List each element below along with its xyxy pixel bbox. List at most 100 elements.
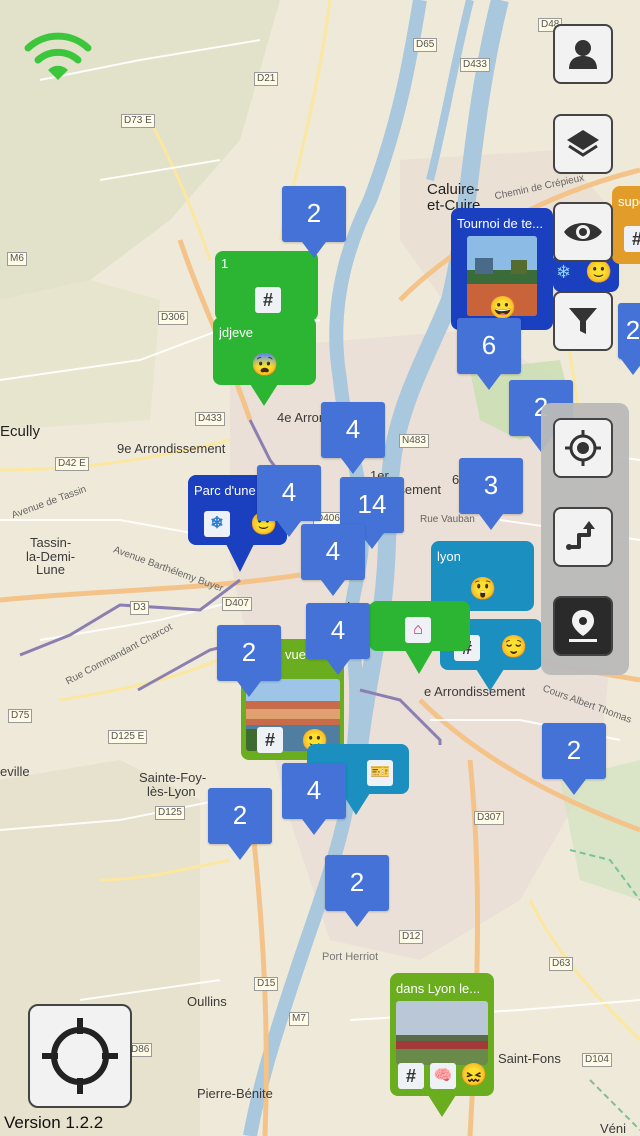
post-marker-1[interactable]: 1 # [215,251,318,321]
locate-icon [42,1018,118,1094]
locate-button[interactable] [28,1004,132,1108]
post-photo [396,1001,488,1065]
marker-tail [226,544,254,572]
visibility-button[interactable] [553,202,613,262]
street-label-vauban: Rue Vauban [420,514,475,525]
emoji-confounded-icon: 😖 [460,1062,488,1087]
layers-icon [567,130,599,157]
road-shield: D63 [549,957,574,971]
cluster-marker[interactable]: 4 [301,524,365,596]
marker-tail [250,384,278,406]
snowflake-icon: ❄ [204,511,230,537]
hashtag-icon: # [255,287,281,313]
post-marker-home[interactable]: ⌂ [369,601,470,651]
place-label-port-herriot: Port Herriot [322,951,379,963]
road-shield: D3 [130,601,149,615]
crosshair-icon [565,430,601,466]
post-marker-tournoi[interactable]: Tournoi de te... 😀 [451,208,553,330]
hashtag-icon: # [398,1063,424,1089]
map-marker-icon [569,610,597,642]
place-label-sainte-foy-2: lès-Lyon [147,784,196,799]
place-label-ecully: Ecully [0,423,41,440]
ticket-icon: 🎫 [367,760,393,786]
road-shield: D306 [158,311,188,325]
wifi-icon [24,32,92,80]
place-label-tassin: Tassin- [30,535,72,550]
post-title: dans Lyon le... [396,981,481,996]
road-shield: D307 [474,811,504,825]
cluster-marker[interactable]: 2 [325,855,389,927]
snowflake-icon: ❄ [556,262,572,282]
profile-button[interactable] [553,24,613,84]
place-label-arr7: e Arrondissement [424,684,526,699]
emoji-relieved-icon: 😌 [500,634,528,659]
emoji-grin-icon: 😀 [489,295,517,320]
post-marker-supe[interactable]: supe # [612,186,640,264]
hashtag-icon: # [624,226,640,252]
cluster-marker[interactable]: 4 [257,465,321,537]
road-shield: D433 [195,412,225,426]
road-shield: D42 E [55,457,89,471]
marker-mode-button[interactable] [553,596,613,656]
road-shield: D65 [413,38,438,52]
route-icon [566,521,595,550]
post-marker-dans-lyon[interactable]: dans Lyon le... # 🧠 😖 [390,973,494,1096]
place-label-venis: Véni [600,1121,627,1136]
road-shield: D15 [254,977,279,991]
cluster-marker[interactable]: 2 [208,788,272,860]
road-shield: D125 E [108,730,148,744]
marker-tail [405,650,433,674]
road-shield: D73 E [121,114,155,128]
emoji-smile-icon: 🙂 [585,259,613,284]
emoji-fearful-icon: 😨 [251,352,279,377]
marker-tail [476,669,504,691]
user-icon [569,40,597,69]
cluster-marker[interactable]: 4 [306,603,370,675]
road-shield: M7 [289,1012,309,1026]
post-title: 1 [221,256,229,271]
road-shield: D407 [222,597,252,611]
eye-icon [564,223,602,241]
marker-tail [342,793,370,815]
cluster-marker[interactable]: 2 [282,186,346,258]
post-title: jdjeve [219,325,253,340]
hashtag-icon: # [257,727,283,753]
post-marker-jdjeve[interactable]: jdjeve 😨 [213,317,316,385]
road-shield: D125 [155,806,185,820]
post-title: lyon [437,549,461,564]
marker-tail [428,1095,456,1117]
cluster-marker[interactable]: 2 [618,303,640,375]
brain-icon: 🧠 [430,1063,456,1089]
road-shield: D75 [8,709,33,723]
cluster-marker[interactable]: 3 [459,458,523,530]
place-label-arr9: 9e Arrondissement [117,441,226,456]
cluster-marker[interactable]: 2 [542,723,606,795]
emoji-astonished-icon: 😲 [469,576,497,601]
place-label-saint-fons: Saint-Fons [498,1051,561,1066]
home-heart-icon: ⌂ [405,617,431,643]
post-title: supe [618,194,640,209]
place-label-caluire: Caluire- [427,181,480,198]
place-label-tassin-3: Lune [36,562,65,577]
cluster-marker[interactable]: 2 [217,625,281,697]
road-shield: D21 [254,72,279,86]
route-button[interactable] [553,507,613,567]
road-shield: D104 [582,1053,612,1067]
road-shield: D12 [399,930,424,944]
version-label: Version 1.2.2 [4,1113,104,1132]
road-shield: D433 [460,58,490,72]
filter-icon [569,308,597,334]
road-shield: M6 [7,252,27,266]
place-label-eville: eville [0,764,30,779]
cluster-marker[interactable]: 4 [321,402,385,474]
place-label-oullins: Oullins [187,994,227,1009]
filter-button[interactable] [553,291,613,351]
post-title: Tournoi de te... [457,216,543,231]
place-label-pierre-benite: Pierre-Bénite [197,1086,273,1101]
road-shield: N483 [399,434,429,448]
place-label-sainte-foy: Sainte-Foy- [139,770,207,785]
layers-button[interactable] [553,114,613,174]
gps-button[interactable] [553,418,613,478]
cluster-marker[interactable]: 6 [457,318,521,390]
cluster-marker[interactable]: 4 [282,763,346,835]
